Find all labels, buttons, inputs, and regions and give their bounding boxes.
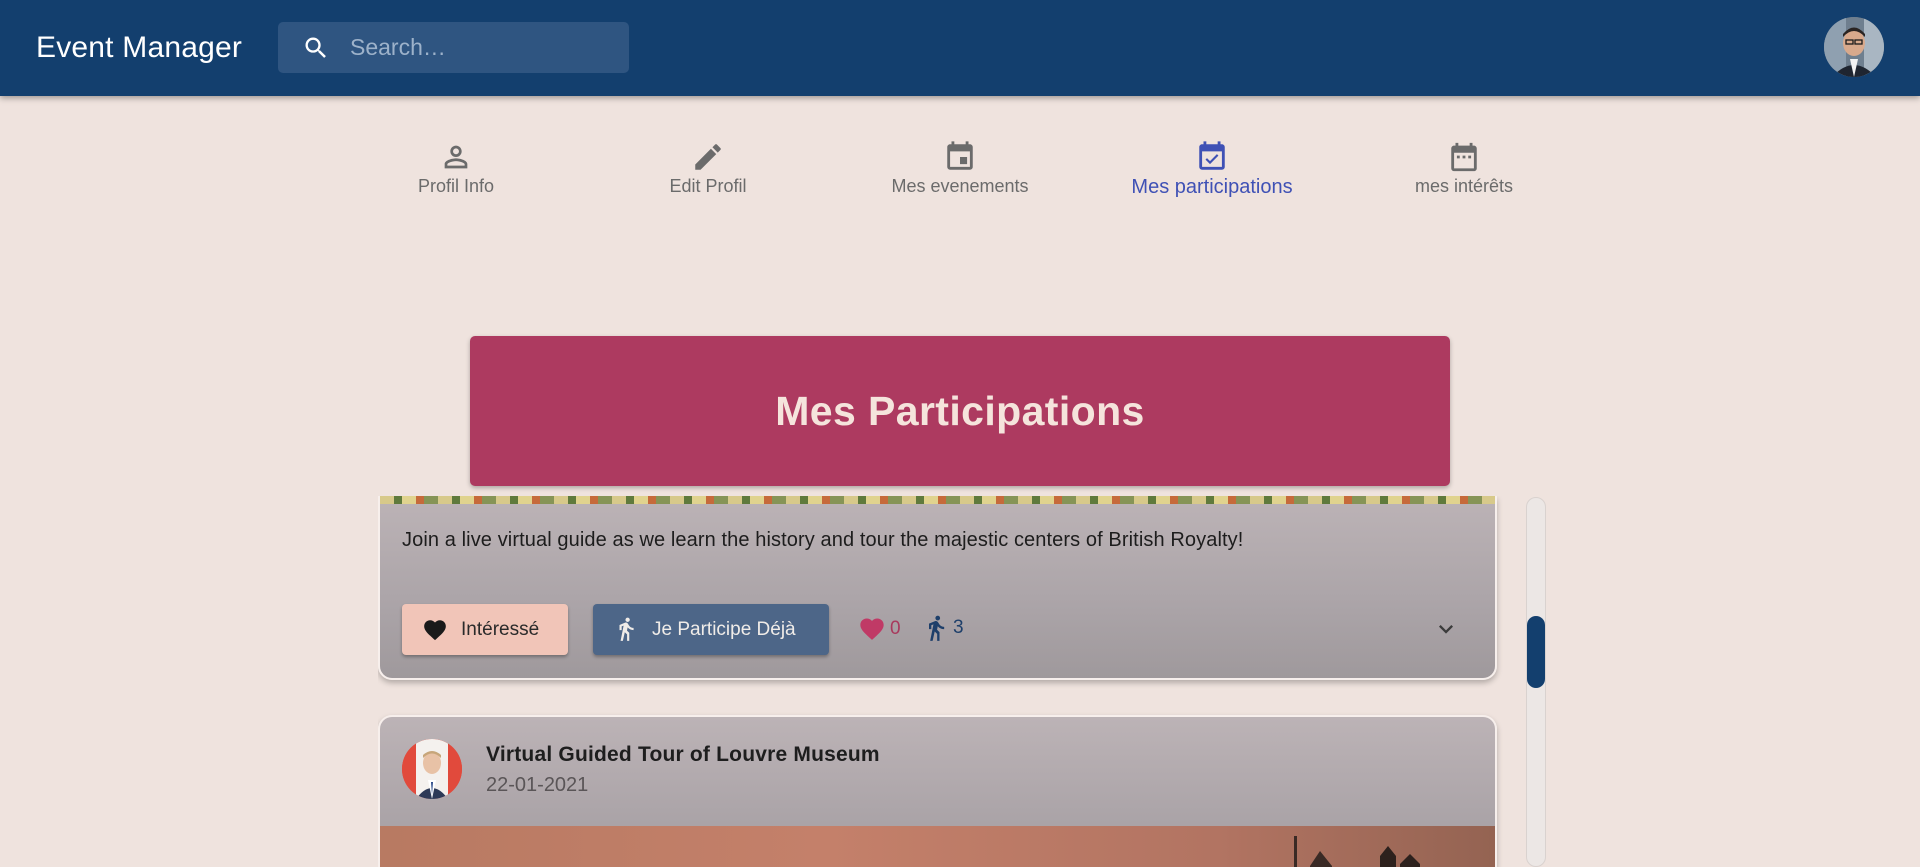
interested-button[interactable]: Intéressé	[402, 604, 568, 655]
profile-tabs: Profil Info Edit Profil Mes evenements M…	[0, 140, 1920, 210]
participate-button[interactable]: Je Participe Déjà	[593, 604, 829, 655]
organizer-avatar[interactable]	[402, 739, 462, 799]
tab-label: Mes evenements	[891, 176, 1029, 196]
page-heading-card: Mes Participations	[470, 336, 1450, 486]
participate-label: Je Participe Déjà	[652, 619, 796, 640]
event-title[interactable]: Virtual Guided Tour of Louvre Museum	[486, 743, 880, 767]
tab-label: Edit Profil	[669, 176, 747, 196]
app-title[interactable]: Event Manager	[36, 31, 242, 65]
page-title: Mes Participations	[775, 387, 1145, 434]
event-description: Join a live virtual guide as we learn th…	[402, 529, 1244, 551]
tab-label: Mes participations	[1131, 176, 1293, 198]
tab-edit-profil[interactable]: Edit Profil	[608, 140, 808, 210]
event-card: Virtual Guided Tour of Louvre Museum 22-…	[378, 715, 1497, 867]
calendar-icon	[947, 141, 973, 170]
event-image	[380, 496, 1495, 504]
heart-icon	[424, 620, 446, 641]
like-count: 0	[858, 615, 901, 643]
walk-icon	[929, 615, 945, 641]
person-icon	[444, 145, 468, 169]
calendar-dots-icon	[1451, 142, 1477, 172]
tab-label: mes intérêts	[1414, 176, 1514, 196]
likes-value: 0	[890, 618, 901, 639]
interested-label: Intéressé	[461, 619, 540, 640]
event-list[interactable]: Join a live virtual guide as we learn th…	[378, 496, 1545, 867]
event-date: 22-01-2021	[486, 774, 589, 796]
scrollbar-thumb[interactable]	[1527, 616, 1545, 688]
tab-mes-evenements[interactable]: Mes evenements	[860, 140, 1060, 210]
tab-profil-info[interactable]: Profil Info	[356, 140, 556, 210]
user-avatar[interactable]	[1824, 17, 1884, 77]
search-icon	[305, 37, 326, 58]
event-card: Join a live virtual guide as we learn th…	[378, 496, 1497, 680]
participants-value: 3	[953, 617, 964, 638]
app-bar: Event Manager	[0, 0, 1920, 96]
pencil-icon	[695, 144, 721, 170]
participant-count: 3	[922, 614, 964, 642]
chevron-down-icon[interactable]	[1432, 615, 1460, 643]
tab-mes-interets[interactable]: mes intérêts	[1364, 140, 1564, 210]
tab-mes-participations[interactable]: Mes participations	[1112, 140, 1312, 210]
walk-icon	[619, 617, 634, 641]
calendar-check-icon	[1199, 141, 1225, 170]
tab-label: Profil Info	[417, 176, 495, 196]
event-image	[380, 826, 1495, 867]
search-box[interactable]	[278, 22, 629, 73]
heart-icon	[860, 618, 884, 640]
search-input[interactable]	[350, 22, 620, 73]
